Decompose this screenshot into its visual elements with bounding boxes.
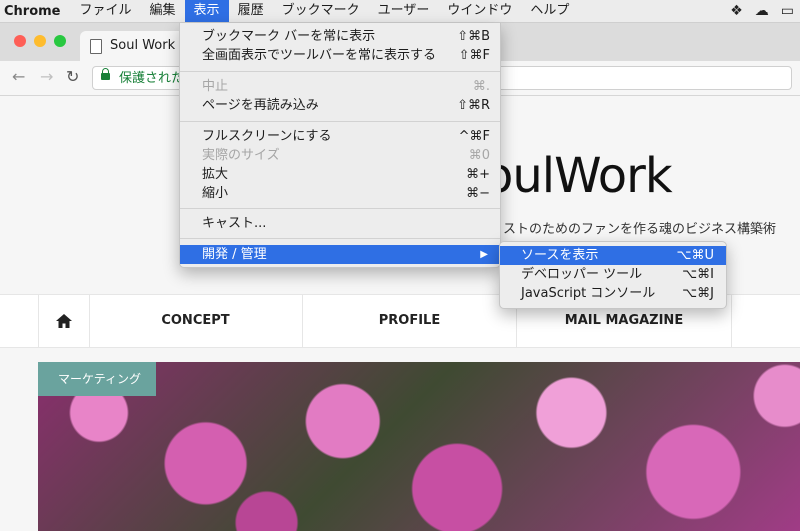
category-badge[interactable]: マーケティング <box>38 362 156 396</box>
developer-submenu: ソースを表示 ⌥⌘U デベロッパー ツール ⌥⌘I JavaScript コンソ… <box>499 241 727 309</box>
menu-file[interactable]: ファイル <box>71 0 141 22</box>
menu-bookmarks[interactable]: ブックマーク <box>273 0 369 22</box>
menu-item-zoom-out[interactable]: 縮小 ⌘− <box>180 184 500 203</box>
menu-item-label: ブックマーク バーを常に表示 <box>202 29 376 44</box>
close-window-button[interactable] <box>14 35 26 47</box>
nav-concept[interactable]: CONCEPT <box>89 295 303 347</box>
menu-history[interactable]: 履歴 <box>229 0 273 22</box>
menu-item-label: キャスト... <box>202 216 267 231</box>
menu-separator <box>180 121 500 122</box>
menu-item-shortcut: ⌘− <box>466 186 490 201</box>
menu-item-label: 中止 <box>202 79 229 94</box>
forward-arrow-icon[interactable]: → <box>40 67 53 86</box>
home-icon <box>56 314 72 328</box>
menu-separator <box>180 238 500 239</box>
menu-item-shortcut: ^⌘F <box>458 129 490 144</box>
menu-item-actual-size: 実際のサイズ ⌘0 <box>180 146 500 165</box>
menu-item-label: 実際のサイズ <box>202 148 280 163</box>
cloud-upload-icon[interactable]: ☁ <box>755 3 769 19</box>
menu-item-label: 開発 / 管理 <box>202 247 267 262</box>
view-menu: ブックマーク バーを常に表示 ⇧⌘B 全画面表示でツールバーを常に表示する ⇧⌘… <box>179 23 501 268</box>
menu-item-enter-fullscreen[interactable]: フルスクリーンにする ^⌘F <box>180 127 500 146</box>
menu-bar: Chrome ファイル 編集 表示 履歴 ブックマーク ユーザー ウインドウ ヘ… <box>0 0 800 23</box>
menu-people[interactable]: ユーザー <box>369 0 439 22</box>
menu-window[interactable]: ウインドウ <box>438 0 521 22</box>
menu-item-shortcut: ⌘. <box>472 79 490 94</box>
display-icon[interactable]: ▭ <box>781 3 794 19</box>
secure-label: 保護された <box>119 71 185 86</box>
menu-item-cast[interactable]: キャスト... <box>180 214 500 233</box>
menu-item-zoom-in[interactable]: 拡大 ⌘+ <box>180 165 500 184</box>
app-menu[interactable]: Chrome <box>0 4 71 19</box>
menu-view[interactable]: 表示 <box>184 0 229 22</box>
menu-item-label: フルスクリーンにする <box>202 129 332 144</box>
menu-edit[interactable]: 編集 <box>141 0 185 22</box>
menu-item-developer-tools[interactable]: デベロッパー ツール ⌥⌘I <box>500 265 726 284</box>
menu-item-label: 全画面表示でツールバーを常に表示する <box>202 48 437 63</box>
menu-item-js-console[interactable]: JavaScript コンソール ⌥⌘J <box>500 284 726 303</box>
minimize-window-button[interactable] <box>34 35 46 47</box>
menu-item-stop: 中止 ⌘. <box>180 77 500 96</box>
site-logo[interactable]: oulWork <box>484 148 673 204</box>
menu-item-shortcut: ⇧⌘F <box>458 48 490 63</box>
menu-separator <box>180 71 500 72</box>
menu-item-shortcut: ⌘+ <box>466 167 490 182</box>
menu-item-label: JavaScript コンソール <box>521 286 656 301</box>
window-controls <box>14 35 66 47</box>
menu-item-view-source[interactable]: ソースを表示 ⌥⌘U <box>500 246 726 265</box>
status-tray: ❖ ☁ ▭ <box>730 0 800 22</box>
reload-icon[interactable]: ↻ <box>66 67 79 86</box>
menu-item-developer[interactable]: 開発 / 管理 ▶ <box>180 245 500 264</box>
zoom-window-button[interactable] <box>54 35 66 47</box>
menu-separator <box>180 208 500 209</box>
menu-item-shortcut: ⌥⌘U <box>676 248 715 263</box>
home-button[interactable] <box>38 295 90 347</box>
menu-item-reload[interactable]: ページを再読み込み ⇧⌘R <box>180 96 500 115</box>
menu-item-shortcut: ⌥⌘I <box>682 267 714 282</box>
back-arrow-icon[interactable]: ← <box>12 67 25 86</box>
menu-item-label: デベロッパー ツール <box>521 267 643 282</box>
menu-item-bookmark-bar[interactable]: ブックマーク バーを常に表示 ⇧⌘B <box>180 27 500 46</box>
lock-icon <box>101 68 110 80</box>
document-icon <box>90 39 102 54</box>
submenu-arrow-icon: ▶ <box>480 249 488 260</box>
menu-item-label: 縮小 <box>202 186 229 201</box>
menu-help[interactable]: ヘルプ <box>521 0 578 22</box>
site-tagline: ィストのためのファンを作る魂のビジネス構築術 <box>490 222 777 237</box>
nav-profile[interactable]: PROFILE <box>303 295 517 347</box>
menu-item-fullscreen-toolbar[interactable]: 全画面表示でツールバーを常に表示する ⇧⌘F <box>180 46 500 65</box>
menu-item-label: 拡大 <box>202 167 229 182</box>
menu-item-label: ソースを表示 <box>521 248 599 263</box>
menu-item-label: ページを再読み込み <box>202 98 319 113</box>
menu-item-shortcut: ⌘0 <box>468 148 490 163</box>
menu-item-shortcut: ⌥⌘J <box>682 286 714 301</box>
menu-item-shortcut: ⇧⌘B <box>457 29 490 44</box>
dropbox-icon[interactable]: ❖ <box>730 3 743 19</box>
menu-item-shortcut: ⇧⌘R <box>457 98 490 113</box>
